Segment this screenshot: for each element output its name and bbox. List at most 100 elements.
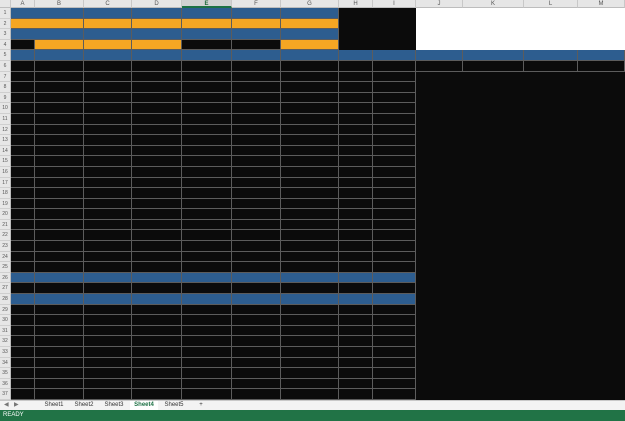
balance-after-trade[interactable] (281, 145, 339, 157)
trade-lot-size[interactable] (339, 156, 373, 167)
trade-profit[interactable] (84, 71, 132, 83)
stop-loss-risk[interactable] (132, 156, 182, 167)
mcall-risk[interactable] (182, 368, 232, 379)
actual-per-pip[interactable] (373, 304, 416, 316)
stack-dash-value[interactable] (578, 60, 625, 72)
top-header[interactable] (182, 8, 232, 19)
summary-header[interactable] (281, 272, 339, 284)
trade-lot-size[interactable] (339, 315, 373, 326)
trade-lot-size[interactable] (339, 368, 373, 379)
required-margin[interactable] (232, 113, 281, 125)
trade-number[interactable] (11, 188, 35, 199)
balance-after-trade[interactable] (281, 389, 339, 400)
trade-volume[interactable] (35, 60, 84, 72)
balance-after-trade[interactable] (281, 304, 339, 316)
row-header[interactable]: 36 (0, 378, 11, 390)
balance-after-trade[interactable] (281, 156, 339, 167)
row-header[interactable]: 23 (0, 241, 11, 252)
trade-number[interactable] (11, 209, 35, 220)
row-header[interactable]: 9 (0, 92, 11, 104)
required-margin[interactable] (232, 378, 281, 390)
summary-header[interactable] (373, 272, 416, 284)
trade-profit[interactable] (84, 145, 132, 157)
actual-per-pip[interactable] (373, 113, 416, 125)
row-header[interactable]: 8 (0, 82, 11, 93)
table-header[interactable] (339, 50, 373, 61)
summary-value[interactable] (35, 283, 84, 295)
column-header-d[interactable]: D (132, 0, 182, 8)
account-leverage-header[interactable] (11, 8, 84, 19)
mcall-value[interactable] (232, 39, 281, 51)
summary-header[interactable] (35, 272, 84, 284)
summary-value[interactable] (132, 283, 182, 295)
required-margin[interactable] (232, 135, 281, 146)
trade-profit[interactable] (84, 198, 132, 210)
row-header[interactable]: 19 (0, 198, 11, 210)
trade-profit[interactable] (84, 336, 132, 348)
trade-volume[interactable] (35, 156, 84, 167)
row-header[interactable]: 1 (0, 8, 11, 19)
trade-lot-size[interactable] (339, 389, 373, 400)
acc-label[interactable] (11, 39, 35, 51)
row-header[interactable]: 30 (0, 315, 11, 326)
actual-per-pip[interactable] (373, 103, 416, 114)
required-margin[interactable] (232, 124, 281, 136)
trade-volume[interactable] (35, 357, 84, 369)
required-margin[interactable] (232, 368, 281, 379)
trade-volume[interactable] (35, 251, 84, 263)
balance-after-trade[interactable] (281, 60, 339, 72)
trade-lot-size[interactable] (339, 336, 373, 348)
starting-balance-value[interactable] (84, 39, 132, 51)
trade-number[interactable] (11, 71, 35, 83)
summary-value[interactable] (11, 283, 35, 295)
trade-number[interactable] (11, 177, 35, 189)
required-margin[interactable] (232, 145, 281, 157)
top-value[interactable] (281, 18, 339, 30)
balance-after-trade[interactable] (281, 71, 339, 83)
actual-per-pip[interactable] (373, 241, 416, 252)
mcall-risk[interactable] (182, 262, 232, 273)
stack-header[interactable] (416, 50, 463, 61)
stop-loss-risk[interactable] (132, 166, 182, 178)
mcall-risk[interactable] (182, 325, 232, 337)
table-header[interactable] (11, 294, 35, 305)
account-type-value[interactable] (35, 39, 84, 51)
mcall-risk[interactable] (182, 60, 232, 72)
trade-lot-size[interactable] (339, 304, 373, 316)
trade-profit[interactable] (84, 304, 132, 316)
trade-number[interactable] (11, 145, 35, 157)
balance-after-trade[interactable] (281, 251, 339, 263)
trade-lot-size[interactable] (339, 251, 373, 263)
actual-per-pip[interactable] (373, 156, 416, 167)
summary-value[interactable] (182, 283, 232, 295)
stop-loss-risk[interactable] (132, 92, 182, 104)
add-sheet-button[interactable]: + (196, 401, 206, 410)
mcall-risk[interactable] (182, 188, 232, 199)
trade-profit[interactable] (84, 156, 132, 167)
column-header-l[interactable]: L (524, 0, 578, 8)
trade-volume[interactable] (35, 219, 84, 231)
required-margin[interactable] (232, 251, 281, 263)
row-header[interactable]: 28 (0, 294, 11, 305)
mcall-risk[interactable] (182, 124, 232, 136)
required-margin[interactable] (232, 156, 281, 167)
trade-volume[interactable] (35, 389, 84, 400)
balance-after-trade[interactable] (281, 82, 339, 93)
row-header[interactable]: 12 (0, 124, 11, 136)
column-header-e[interactable]: E (182, 0, 232, 8)
summary-header[interactable] (84, 272, 132, 284)
trade-number[interactable] (11, 82, 35, 93)
required-margin[interactable] (232, 315, 281, 326)
trade-number[interactable] (11, 262, 35, 273)
account-leverage-value[interactable] (11, 18, 84, 30)
row-header[interactable]: 14 (0, 145, 11, 157)
summary-value[interactable] (84, 283, 132, 295)
stop-loss-risk[interactable] (132, 82, 182, 93)
actual-per-pip[interactable] (373, 166, 416, 178)
trade-volume[interactable] (35, 145, 84, 157)
trade-profit[interactable] (84, 209, 132, 220)
row-header[interactable]: 4 (0, 39, 11, 51)
mcall-risk[interactable] (182, 177, 232, 189)
sheet-tab-sheet2[interactable]: Sheet2 (70, 401, 98, 410)
actual-per-pip[interactable] (373, 378, 416, 390)
